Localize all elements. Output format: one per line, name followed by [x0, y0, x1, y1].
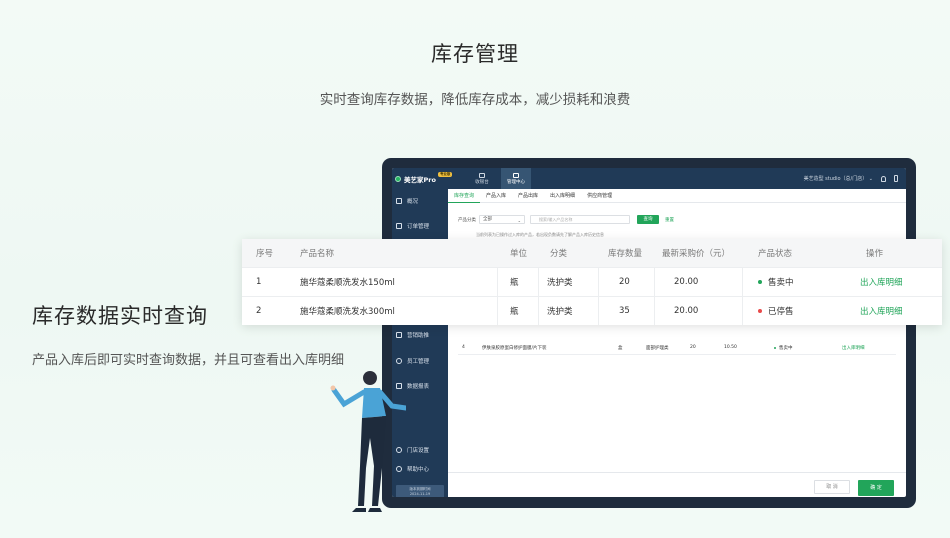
status-badge: 售卖中 [758, 268, 794, 296]
chevron-down-icon: ⌄ [517, 218, 521, 223]
confirm-button[interactable]: 确 定 [858, 480, 894, 496]
sidebar-item-marketing[interactable]: 营销助推 [396, 331, 429, 339]
monitor-icon [479, 172, 485, 178]
feature-description: 产品入库后即可实时查询数据，并且可查看出入库明细 [32, 353, 345, 368]
dialog-footer: 取 消 确 定 [448, 472, 906, 497]
stock-detail-link[interactable]: 出入库明细 [860, 297, 903, 325]
status-badge: 售卖中 [774, 345, 793, 351]
feature-title: 库存数据实时查询 [32, 304, 208, 328]
inventory-table-card: 序号 产品名称 单位 分类 库存数量 最新采购价（元） 产品状态 操作 1 施华… [242, 239, 942, 325]
presenter-illustration [330, 371, 406, 512]
category-label: 产品分类 [458, 217, 476, 223]
app-logo[interactable]: 美艺家Pro 专业版 [395, 172, 467, 184]
home-icon [513, 172, 519, 178]
table-row: 1 施华蔻柔顺洗发水150ml 瓶 洗护类 20 20.00 售卖中 出入库明细 [242, 267, 942, 296]
inventory-tabs: 库存查询 产品入库 产品出库 出入库明细 供应商管理 [448, 189, 906, 203]
cancel-button[interactable]: 取 消 [814, 480, 850, 494]
app-screen: 美艺家Pro 专业版 收银台 管理中心 美艺造型 studio（总/门店） ⌄ [392, 168, 906, 497]
staff-icon [396, 358, 402, 364]
tab-stock-in[interactable]: 产品入库 [480, 189, 512, 203]
table-row: 2 施华蔻柔顺洗发水300ml 瓶 洗护类 35 20.00 已停售 出入库明细 [242, 296, 942, 325]
table-row: 4 伊肤泉胶原蛋白修护面膜/片下装 盒 面部护理类 20 10.50 售卖中 出… [458, 341, 896, 355]
status-badge: 已停售 [758, 297, 794, 325]
reset-button[interactable]: 重置 [665, 217, 674, 223]
sidebar-item-orders[interactable]: 订单管理 [396, 222, 429, 230]
logo-text: 美艺家Pro [404, 175, 436, 184]
search-input[interactable]: 搜索/输入产品名称 [530, 215, 630, 224]
query-button[interactable]: 查询 [637, 215, 659, 224]
stock-detail-link[interactable]: 出入库明细 [860, 268, 903, 296]
app-topbar: 美艺家Pro 专业版 收银台 管理中心 美艺造型 studio（总/门店） ⌄ [392, 168, 906, 189]
device-frame: 美艺家Pro 专业版 收银台 管理中心 美艺造型 studio（总/门店） ⌄ [382, 158, 916, 508]
main-content: 库存查询 产品入库 产品出库 出入库明细 供应商管理 产品分类 全部 ⌄ 搜索/… [448, 189, 906, 497]
stock-detail-link[interactable]: 出入库明细 [842, 345, 865, 351]
tab-supplier[interactable]: 供应商管理 [581, 189, 618, 203]
tab-stock-out[interactable]: 产品出库 [512, 189, 544, 203]
status-dot-icon [758, 280, 762, 284]
list-hint: 当前列表为已操作过入库的产品，若出现负数请先了解产品入库历史信息 [476, 232, 604, 237]
tab-stock-detail[interactable]: 出入库明细 [544, 189, 581, 203]
order-icon [396, 223, 402, 229]
topnav-admin[interactable]: 管理中心 [501, 168, 531, 189]
user-icon[interactable] [881, 175, 886, 182]
marketing-icon [396, 332, 402, 338]
edition-badge: 专业版 [437, 172, 453, 177]
hero-title: 库存管理 [431, 42, 519, 66]
store-selector[interactable]: 美艺造型 studio（总/门店） ⌄ [804, 175, 873, 182]
status-dot-icon [774, 346, 776, 349]
logo-icon [395, 175, 401, 182]
sidebar-item-overview[interactable]: 概况 [396, 197, 418, 205]
status-dot-icon [758, 309, 762, 313]
phone-icon[interactable] [894, 175, 898, 182]
hero-subtitle: 实时查询库存数据，降低库存成本，减少损耗和浪费 [319, 92, 631, 108]
category-select[interactable]: 全部 ⌄ [479, 215, 525, 224]
home-icon [396, 198, 402, 204]
filter-bar: 产品分类 全部 ⌄ 搜索/输入产品名称 查询 重置 [458, 215, 674, 224]
tab-inventory-query[interactable]: 库存查询 [448, 189, 481, 203]
sidebar-item-staff[interactable]: 员工管理 [396, 357, 429, 365]
topnav-cashier[interactable]: 收银台 [467, 168, 497, 189]
table-header: 序号 产品名称 单位 分类 库存数量 最新采购价（元） 产品状态 操作 [242, 239, 942, 267]
